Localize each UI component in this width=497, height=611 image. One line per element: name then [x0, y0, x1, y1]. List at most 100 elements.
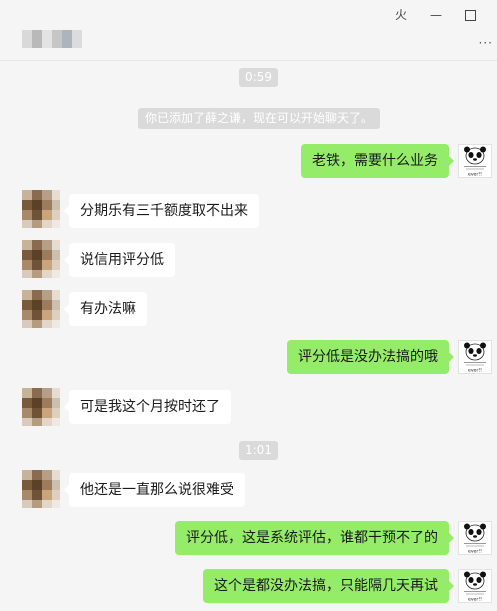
avatar-pixel	[42, 418, 52, 426]
avatar-pixel	[32, 310, 42, 320]
message-bubble-outgoing[interactable]: 老铁，需要什么业务	[301, 144, 454, 178]
message-bubble-incoming[interactable]: 有办法嘛	[64, 292, 147, 326]
avatar-pixel	[52, 500, 60, 508]
avatar-pixel	[32, 290, 42, 300]
avatar-pixel	[32, 200, 42, 210]
contact-name-blurred	[22, 30, 82, 48]
avatar-pixel	[32, 320, 42, 328]
avatar-pixel	[22, 480, 32, 490]
avatar-pixel	[22, 300, 32, 310]
avatar-pixel	[42, 388, 52, 398]
avatar-pixel	[22, 220, 32, 228]
avatar-pixel	[42, 480, 52, 490]
avatar-pixel	[52, 240, 60, 250]
avatar-pixel	[22, 398, 32, 408]
avatar-pixel	[52, 398, 60, 408]
avatar-pixel	[42, 270, 52, 278]
avatar-pixel	[32, 500, 42, 508]
avatar-pixel	[52, 290, 60, 300]
avatar-pixel	[22, 270, 32, 278]
avatar-pixel	[42, 220, 52, 228]
panda-meme-avatar[interactable]: ever!!	[458, 521, 492, 555]
avatar-pixel	[52, 490, 60, 500]
maximize-icon[interactable]	[459, 6, 481, 24]
panda-caption: ever!!	[468, 368, 482, 374]
panda-face-icon: ever!!	[464, 342, 486, 374]
message-bubble-outgoing[interactable]: 评分低，这是系统评估，谁都干预不了的	[175, 521, 454, 555]
pin-icon[interactable]: ⽕	[390, 6, 412, 24]
avatar-pixel	[42, 300, 52, 310]
system-notice: 你已添加了薛之谦，现在可以开始聊天了。	[138, 108, 381, 129]
message-bubble-incoming[interactable]: 说信用评分低	[64, 243, 175, 277]
panda-face-icon: ever!!	[464, 523, 486, 555]
minimize-icon[interactable]: —	[425, 6, 447, 24]
avatar-pixel	[42, 190, 52, 200]
avatar-pixel	[22, 500, 32, 508]
avatar-pixel	[52, 190, 60, 200]
avatar-pixel	[32, 250, 42, 260]
title-bar: ⽕ — ···	[0, 0, 497, 61]
avatar-pixel	[42, 398, 52, 408]
more-options-icon[interactable]: ···	[479, 36, 493, 50]
avatar-pixel	[42, 408, 52, 418]
avatar-pixel	[42, 260, 52, 270]
avatar-pixel	[22, 320, 32, 328]
avatar-pixel	[32, 220, 42, 228]
avatar-pixel	[32, 190, 42, 200]
avatar-pixel	[42, 500, 52, 508]
avatar-pixel	[52, 200, 60, 210]
avatar-pixel	[22, 418, 32, 426]
avatar-pixel	[32, 210, 42, 220]
avatar-pixel	[52, 220, 60, 228]
avatar-pixel	[52, 300, 60, 310]
avatar-pixel	[52, 210, 60, 220]
panda-meme-avatar[interactable]: ever!!	[458, 569, 492, 603]
avatar-pixel	[32, 240, 42, 250]
panda-meme-avatar[interactable]: ever!!	[458, 144, 492, 178]
avatar-pixel	[52, 310, 60, 320]
avatar-pixel	[32, 388, 42, 398]
contact-avatar[interactable]	[22, 388, 60, 426]
avatar-pixel	[22, 250, 32, 260]
avatar-pixel	[42, 490, 52, 500]
avatar-pixel	[52, 250, 60, 260]
avatar-pixel	[52, 470, 60, 480]
avatar-pixel	[22, 408, 32, 418]
avatar-pixel	[22, 190, 32, 200]
avatar-pixel	[22, 310, 32, 320]
timestamp: 1:01	[239, 441, 278, 460]
avatar-pixel	[22, 240, 32, 250]
avatar-pixel	[52, 418, 60, 426]
avatar-pixel	[22, 260, 32, 270]
avatar-pixel	[52, 408, 60, 418]
message-bubble-outgoing[interactable]: 这个是都没办法搞，只能隔几天再试	[203, 569, 454, 603]
avatar-pixel	[52, 260, 60, 270]
avatar-pixel	[42, 240, 52, 250]
contact-avatar[interactable]	[22, 190, 60, 228]
message-bubble-incoming[interactable]: 可是我这个月按时还了	[64, 390, 231, 424]
panda-meme-avatar[interactable]: ever!!	[458, 340, 492, 374]
contact-avatar[interactable]	[22, 290, 60, 328]
avatar-pixel	[22, 210, 32, 220]
avatar-pixel	[22, 388, 32, 398]
contact-avatar[interactable]	[22, 240, 60, 278]
panda-face-icon: ever!!	[464, 571, 486, 603]
avatar-pixel	[32, 470, 42, 480]
message-bubble-outgoing[interactable]: 评分低是没办法搞的哦	[287, 340, 454, 374]
chat-window: ⽕ — ··· 0:59 你已添加了薛之谦，现在可以开始聊天了。 老铁，需要什么…	[0, 0, 497, 611]
contact-avatar[interactable]	[22, 470, 60, 508]
message-bubble-incoming[interactable]: 他还是一直那么说很难受	[64, 473, 245, 507]
message-bubble-incoming[interactable]: 分期乐有三千额度取不出来	[64, 194, 259, 228]
avatar-pixel	[52, 270, 60, 278]
avatar-pixel	[22, 470, 32, 480]
avatar-pixel	[52, 480, 60, 490]
panda-caption: ever!!	[468, 549, 482, 555]
avatar-pixel	[32, 480, 42, 490]
avatar-pixel	[32, 490, 42, 500]
panda-caption: ever!!	[468, 172, 482, 178]
avatar-pixel	[32, 418, 42, 426]
avatar-pixel	[22, 490, 32, 500]
panda-caption: ever!!	[468, 597, 482, 603]
avatar-pixel	[32, 300, 42, 310]
avatar-pixel	[32, 260, 42, 270]
